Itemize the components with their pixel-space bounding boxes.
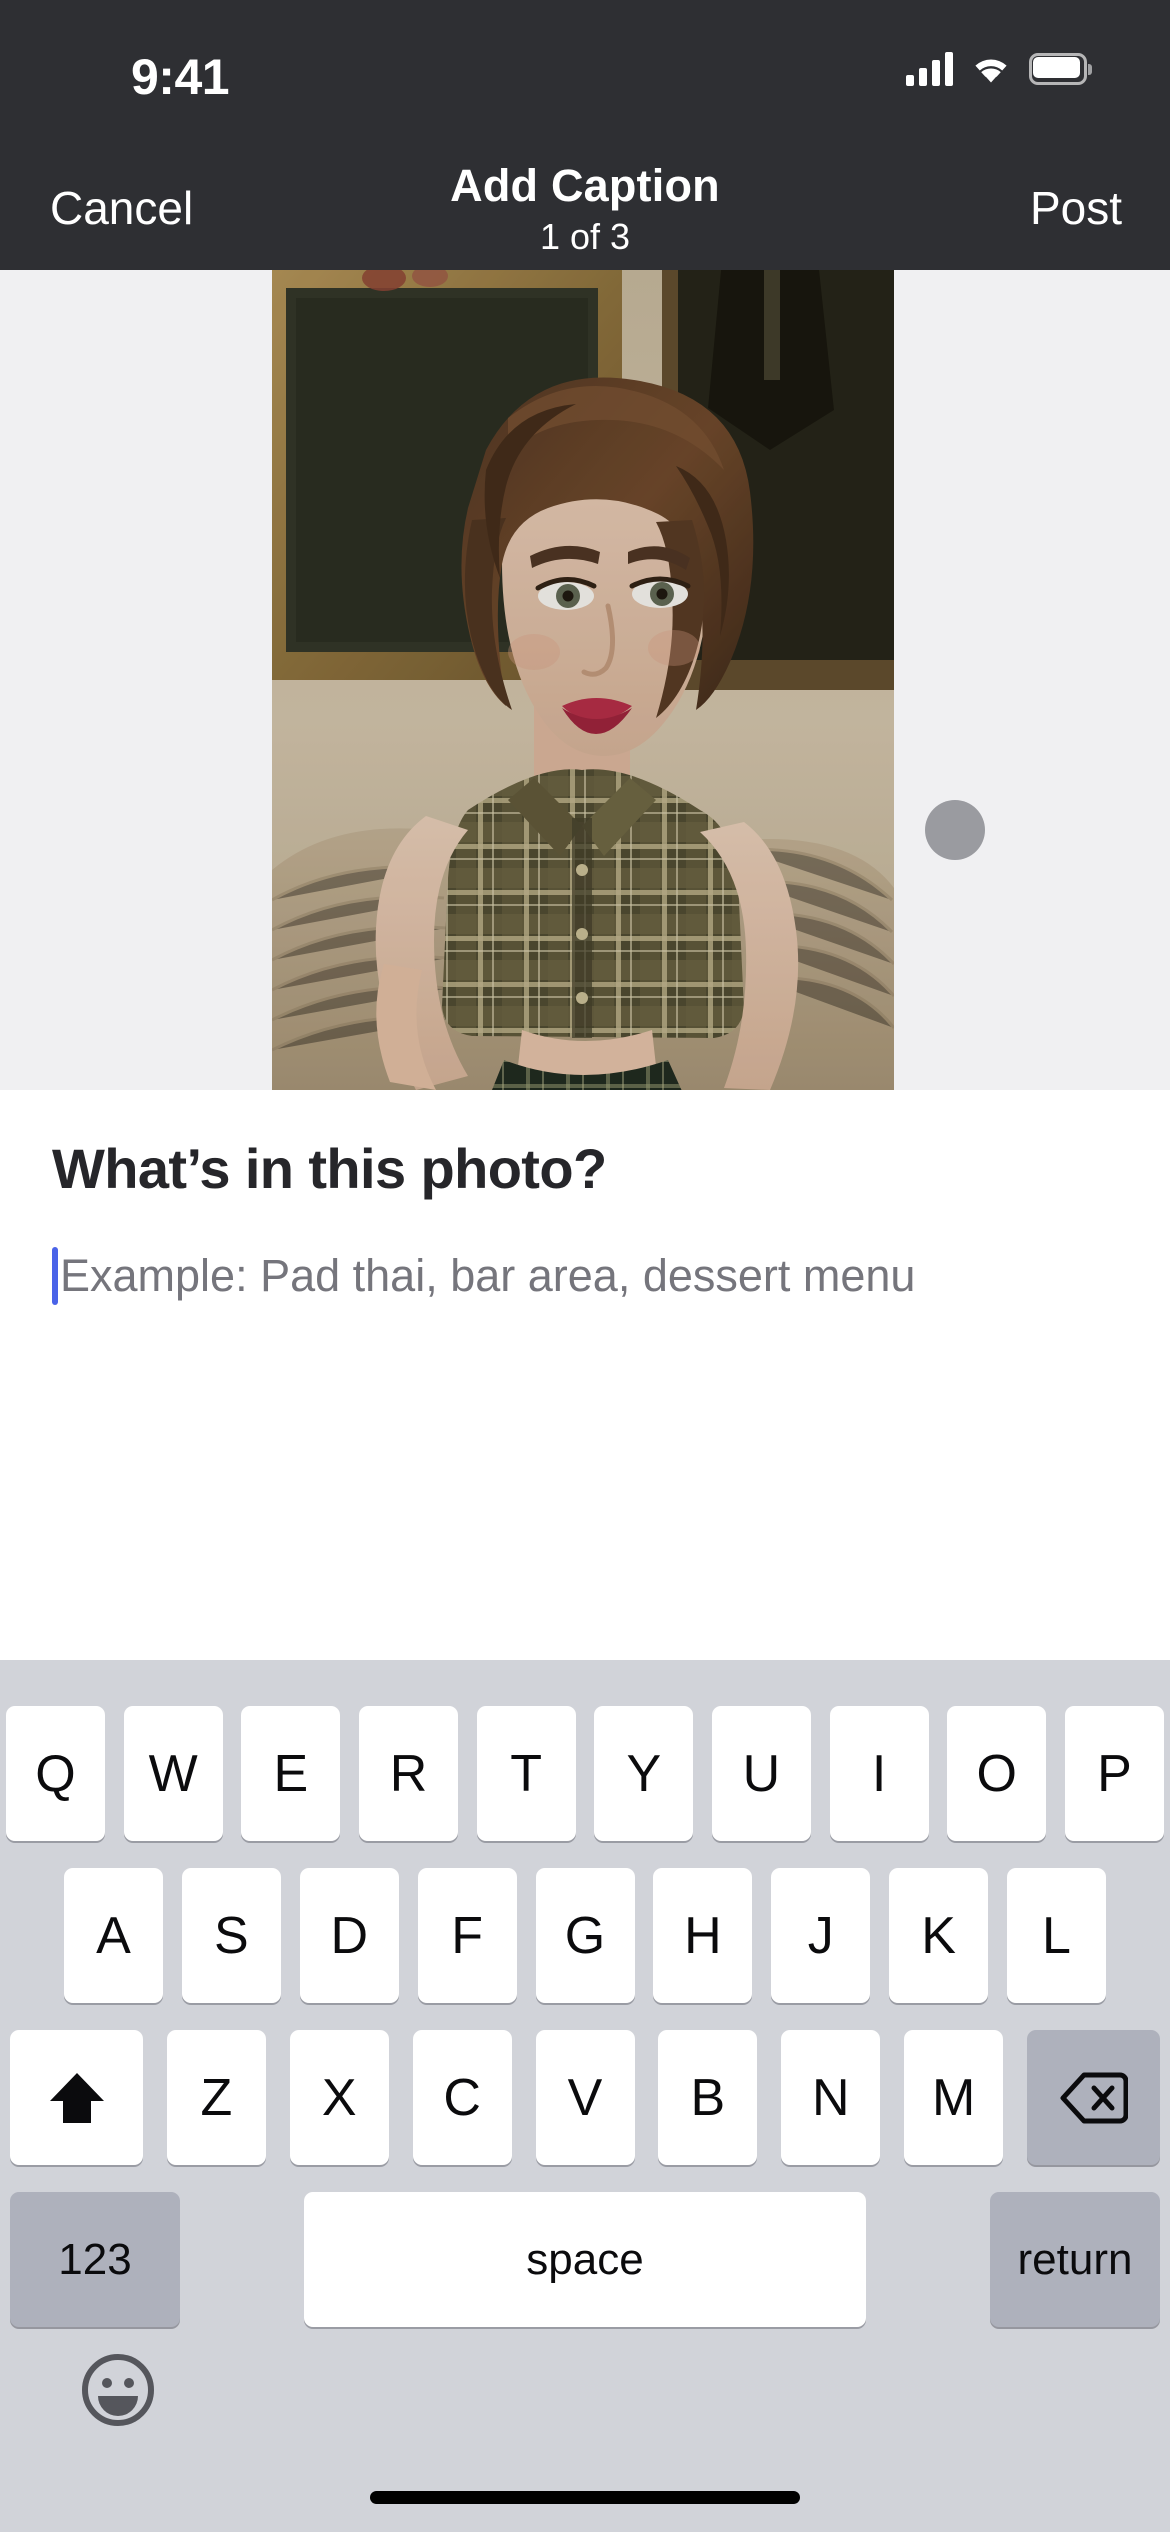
keyboard-row-2: A S D F G H J K L (0, 1868, 1170, 2003)
return-key[interactable]: return (990, 2192, 1160, 2327)
post-button[interactable]: Post (1030, 181, 1122, 235)
status-bar: 9:41 (0, 0, 1170, 145)
key-m[interactable]: M (904, 2030, 1004, 2165)
key-d[interactable]: D (299, 1868, 399, 2003)
key-u[interactable]: U (711, 1706, 811, 1841)
key-e[interactable]: E (241, 1706, 341, 1841)
shift-key[interactable] (10, 2030, 143, 2165)
key-s[interactable]: S (181, 1868, 281, 2003)
keyboard-row-4: 123 space return (0, 2192, 1170, 2327)
key-l[interactable]: L (1007, 1868, 1106, 2003)
key-o[interactable]: O (947, 1706, 1047, 1841)
backspace-key[interactable] (1027, 2030, 1160, 2165)
status-bar-indicators (906, 52, 1092, 86)
cellular-signal-icon (906, 52, 953, 86)
photo-thumbnail[interactable] (272, 270, 894, 1090)
smiley-face-icon (78, 2350, 158, 2430)
key-q[interactable]: Q (6, 1706, 105, 1841)
text-cursor (52, 1247, 58, 1305)
key-t[interactable]: T (476, 1706, 576, 1841)
space-key[interactable]: space (304, 2192, 866, 2327)
key-p[interactable]: P (1064, 1706, 1164, 1841)
key-x[interactable]: X (289, 2030, 389, 2165)
key-n[interactable]: N (781, 2030, 881, 2165)
keyboard-row-3: Z X C V B N M (0, 2030, 1170, 2165)
wifi-icon (969, 52, 1013, 86)
key-b[interactable]: B (658, 2030, 758, 2165)
photo-carousel[interactable] (0, 270, 1170, 1090)
caption-section: What’s in this photo? Example: Pad thai,… (0, 1090, 1170, 1660)
key-a[interactable]: A (64, 1868, 163, 2003)
key-k[interactable]: K (889, 1868, 989, 2003)
key-c[interactable]: C (412, 2030, 512, 2165)
key-f[interactable]: F (417, 1868, 517, 2003)
status-bar-time: 9:41 (131, 49, 230, 105)
key-i[interactable]: I (829, 1706, 929, 1841)
on-screen-keyboard[interactable]: Q W E R T Y U I O P A S D F G H J K L Z … (0, 1660, 1170, 2532)
key-z[interactable]: Z (166, 2030, 266, 2165)
home-indicator (370, 2491, 800, 2504)
numbers-key[interactable]: 123 (10, 2192, 180, 2327)
key-g[interactable]: G (535, 1868, 635, 2003)
key-r[interactable]: R (358, 1706, 458, 1841)
backspace-delete-icon (1060, 2070, 1128, 2126)
battery-icon (1029, 53, 1092, 85)
caption-input[interactable]: Example: Pad thai, bar area, dessert men… (52, 1240, 1122, 1312)
key-y[interactable]: Y (594, 1706, 694, 1841)
navigation-bar: Cancel Add Caption 1 of 3 Post (0, 145, 1170, 270)
caption-placeholder: Example: Pad thai, bar area, dessert men… (60, 1250, 916, 1301)
emoji-key[interactable] (78, 2350, 158, 2430)
key-v[interactable]: V (535, 2030, 635, 2165)
key-h[interactable]: H (653, 1868, 753, 2003)
keyboard-row-1: Q W E R T Y U I O P (0, 1706, 1170, 1841)
navigation-title-block: Add Caption 1 of 3 (0, 157, 1170, 259)
photo-counter: 1 of 3 (539, 216, 631, 257)
page-title: Add Caption (450, 160, 720, 211)
next-photo-indicator-dot[interactable] (925, 800, 985, 860)
key-w[interactable]: W (123, 1706, 223, 1841)
shift-up-arrow-icon (46, 2067, 108, 2129)
key-j[interactable]: J (771, 1868, 871, 2003)
phone-screen: 9:41 Cancel Add Caption 1 of 3 Post What… (0, 0, 1170, 2532)
caption-heading: What’s in this photo? (52, 1137, 607, 1200)
